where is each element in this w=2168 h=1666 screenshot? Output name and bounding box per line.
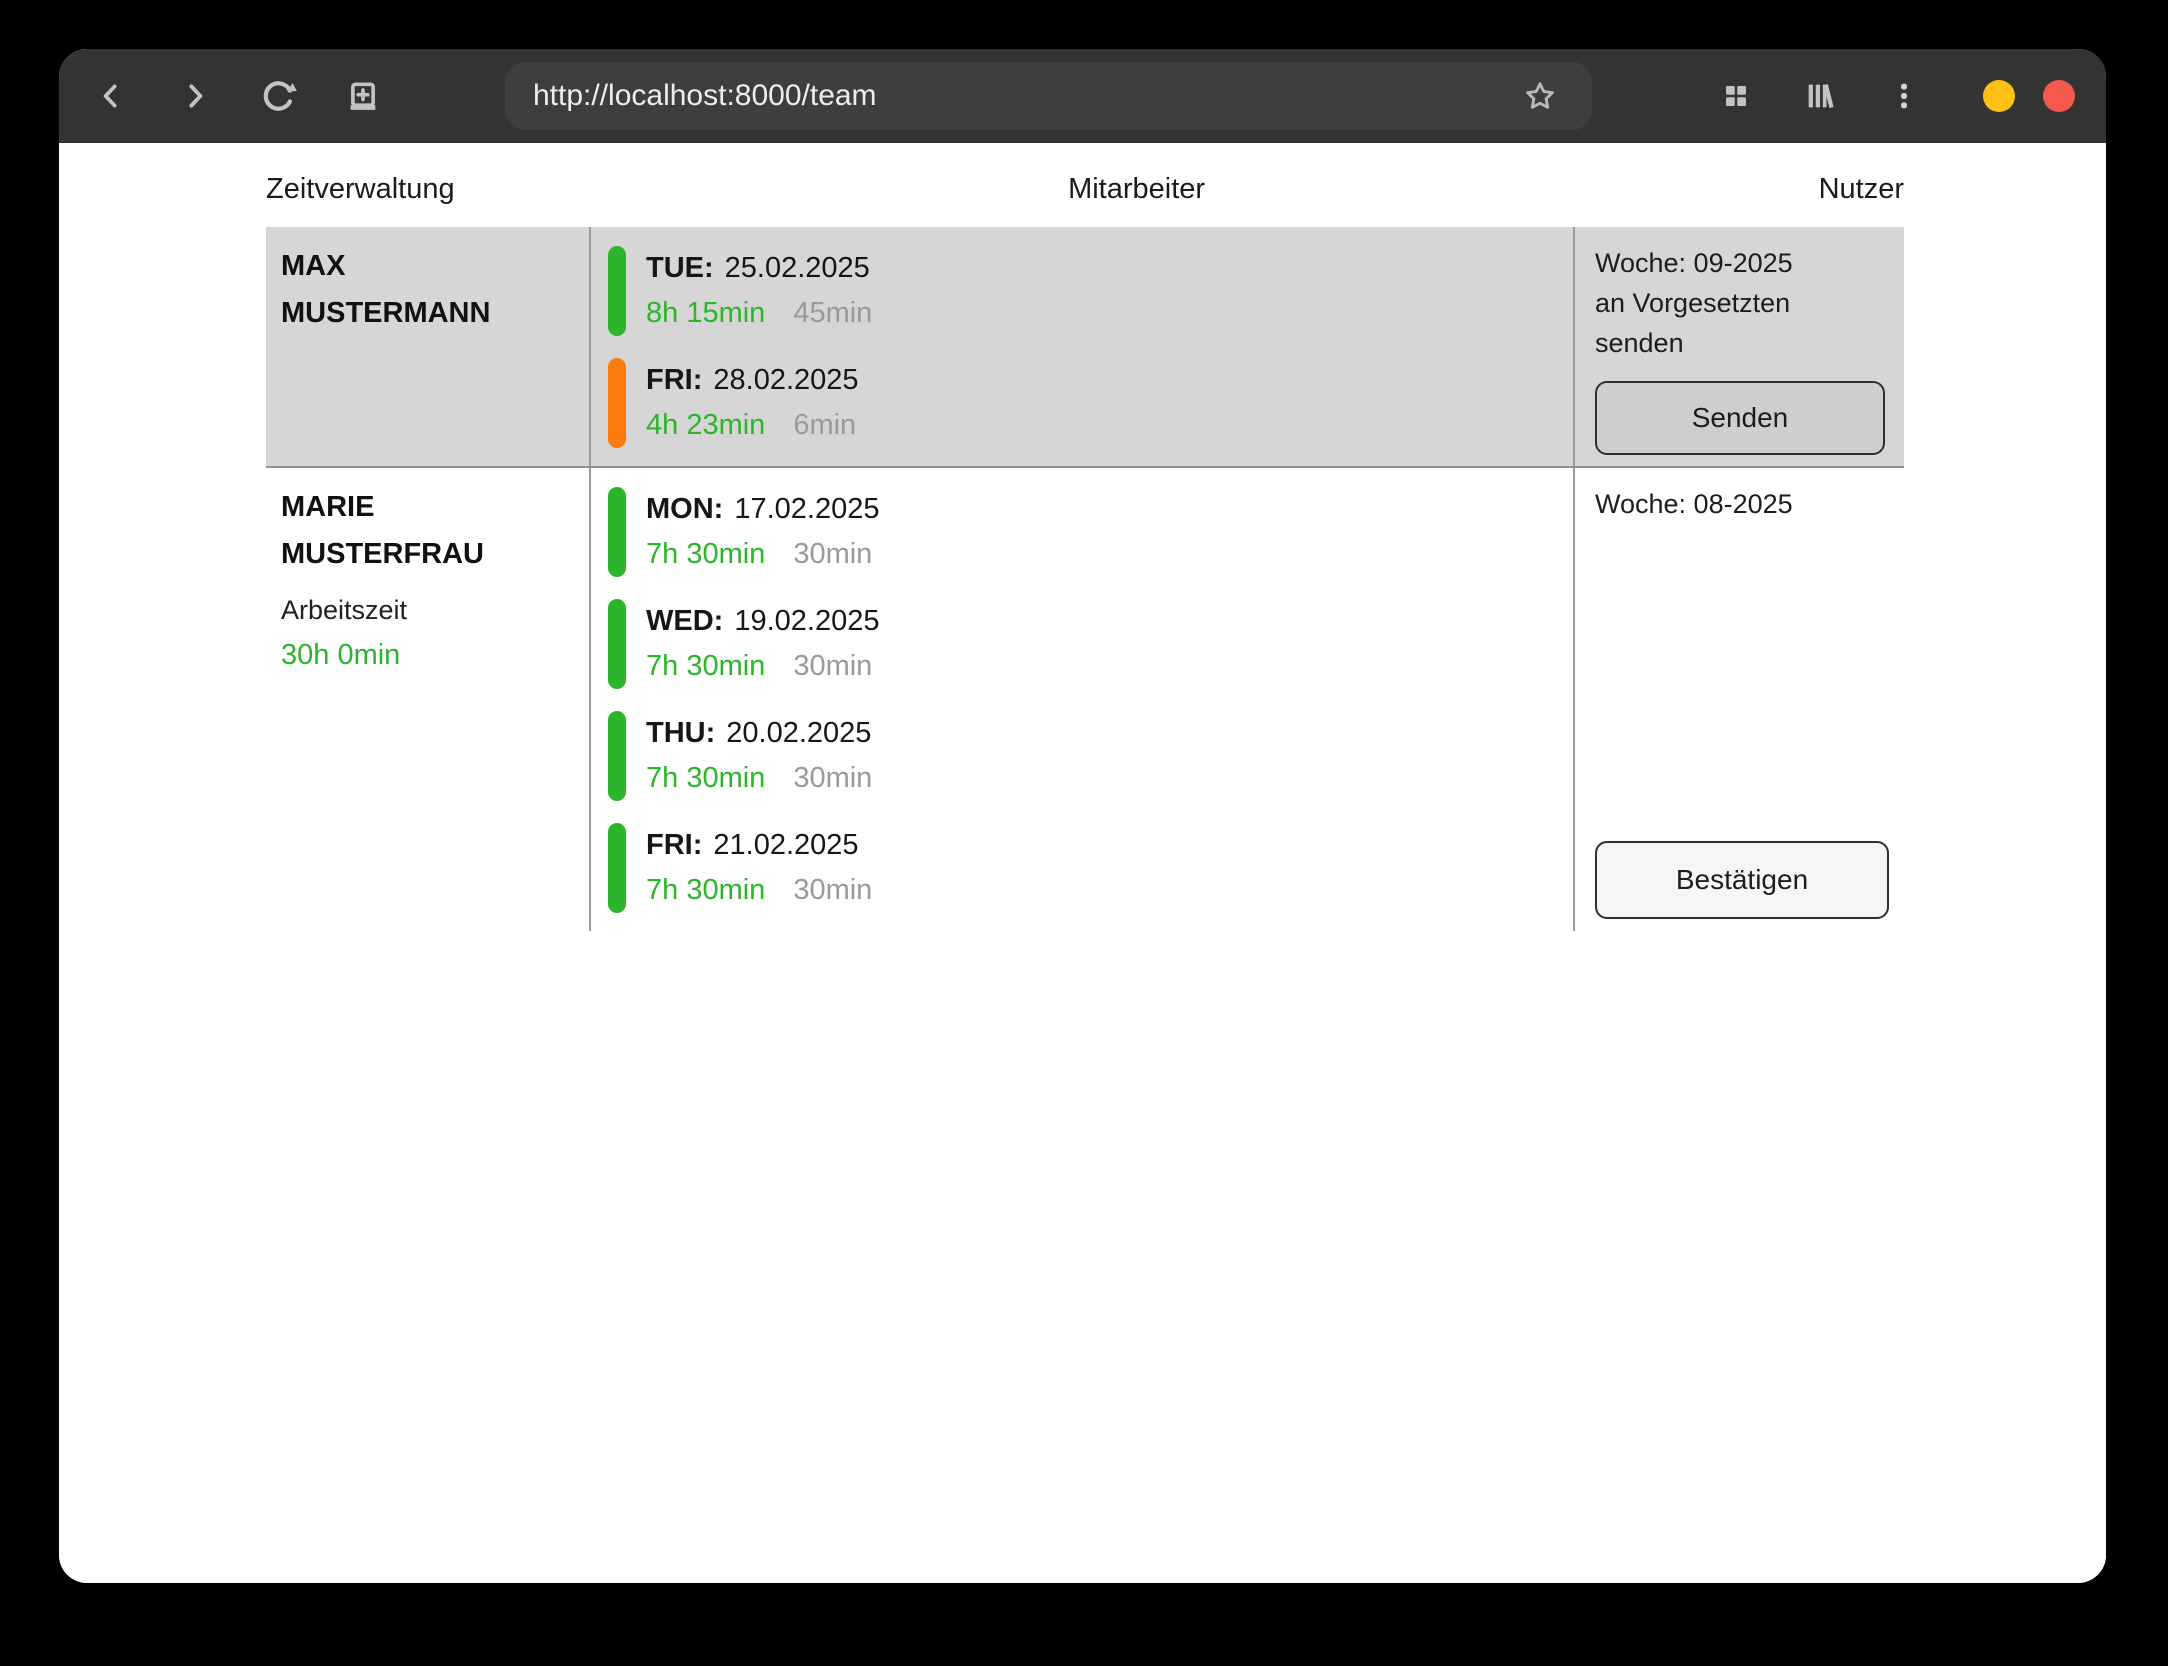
day-times-line: 7h 30min 30min	[646, 756, 872, 801]
day-label: TUE:	[646, 252, 714, 284]
week-text-line2: an Vorgesetzten	[1595, 283, 1894, 323]
employee-table: MAX MUSTERMANN TUE: 25.02.2025 8h 15min 45…	[266, 227, 1904, 931]
status-pill	[608, 246, 626, 336]
break-duration: 30min	[793, 762, 872, 794]
employee-name-cell: MAX MUSTERMANN	[266, 227, 589, 466]
day-times-line: 4h 23min 6min	[646, 403, 859, 448]
work-duration: 7h 30min	[646, 874, 765, 906]
page-header: Zeitverwaltung Mitarbeiter Nutzer	[266, 173, 1904, 206]
tab-grid-icon[interactable]	[1708, 68, 1764, 124]
work-duration: 7h 30min	[646, 650, 765, 682]
url-bar[interactable]: http://localhost:8000/team	[505, 62, 1592, 130]
reload-icon[interactable]	[251, 68, 307, 124]
employee-name-line2: MUSTERFRAU	[281, 531, 579, 578]
day-date-line: THU: 20.02.2025	[646, 711, 872, 756]
break-duration: 30min	[793, 874, 872, 906]
day-times-line: 7h 30min 30min	[646, 868, 872, 913]
day-date: 20.02.2025	[726, 717, 871, 749]
browser-toolbar: http://localhost:8000/team	[59, 49, 2106, 143]
work-duration: 7h 30min	[646, 762, 765, 794]
forward-icon[interactable]	[167, 68, 223, 124]
day-entry-text: FRI: 21.02.2025 7h 30min 30min	[646, 823, 872, 913]
day-entry-text: TUE: 25.02.2025 8h 15min 45min	[646, 246, 872, 336]
break-duration: 45min	[793, 297, 872, 329]
week-action-cell: Woche: 09-2025 an Vorgesetzten senden Se…	[1573, 227, 1904, 466]
day-label: MON:	[646, 493, 723, 525]
day-entry-text: FRI: 28.02.2025 4h 23min 6min	[646, 358, 859, 448]
week-text-line1: Woche: 09-2025	[1595, 243, 1894, 283]
work-duration: 4h 23min	[646, 409, 765, 441]
worktime-label: Arbeitszeit	[281, 590, 579, 630]
library-icon[interactable]	[1792, 68, 1848, 124]
employee-name-line1: MARIE	[281, 484, 579, 531]
day-date: 28.02.2025	[713, 364, 858, 396]
employee-name-line1: MAX	[281, 243, 579, 290]
employee-row-marie: MARIE MUSTERFRAU Arbeitszeit 30h 0min MO…	[266, 468, 1904, 931]
bestaetigen-button[interactable]: Bestätigen	[1595, 841, 1889, 919]
day-entry: MON: 17.02.2025 7h 30min 30min	[608, 487, 1573, 577]
break-duration: 6min	[793, 409, 856, 441]
browser-window: http://localhost:8000/team	[59, 49, 2106, 1583]
day-entry-text: WED: 19.02.2025 7h 30min 30min	[646, 599, 879, 689]
day-date-line: FRI: 21.02.2025	[646, 823, 872, 868]
status-pill	[608, 711, 626, 801]
day-date: 21.02.2025	[713, 829, 858, 861]
day-entry-text: MON: 17.02.2025 7h 30min 30min	[646, 487, 879, 577]
employee-name-cell: MARIE MUSTERFRAU Arbeitszeit 30h 0min	[266, 468, 589, 931]
star-icon[interactable]	[1518, 74, 1562, 118]
day-entry: TUE: 25.02.2025 8h 15min 45min	[608, 246, 1573, 336]
work-duration: 8h 15min	[646, 297, 765, 329]
week-text-line3: senden	[1595, 323, 1894, 363]
window-minimize-button[interactable]	[1983, 80, 2015, 112]
status-pill	[608, 599, 626, 689]
day-entries-cell: MON: 17.02.2025 7h 30min 30min WED: 19.02.2…	[589, 468, 1573, 931]
page-content: Zeitverwaltung Mitarbeiter Nutzer MAX MU…	[59, 143, 2106, 1583]
url-text[interactable]: http://localhost:8000/team	[533, 79, 877, 113]
day-entry: FRI: 28.02.2025 4h 23min 6min	[608, 358, 1573, 448]
nav-zeitverwaltung[interactable]: Zeitverwaltung	[266, 173, 455, 206]
week-text-line1: Woche: 08-2025	[1595, 484, 1894, 524]
kebab-menu-icon[interactable]	[1876, 68, 1932, 124]
day-entry-text: THU: 20.02.2025 7h 30min 30min	[646, 711, 872, 801]
day-entry: THU: 20.02.2025 7h 30min 30min	[608, 711, 1573, 801]
day-times-line: 8h 15min 45min	[646, 291, 872, 336]
day-date-line: FRI: 28.02.2025	[646, 358, 859, 403]
status-pill	[608, 487, 626, 577]
back-icon[interactable]	[83, 68, 139, 124]
nav-mitarbeiter[interactable]: Mitarbeiter	[1068, 173, 1205, 206]
senden-button[interactable]: Senden	[1595, 381, 1885, 455]
status-pill	[608, 358, 626, 448]
break-duration: 30min	[793, 538, 872, 570]
status-pill	[608, 823, 626, 913]
nav-nutzer[interactable]: Nutzer	[1819, 173, 1904, 206]
day-label: THU:	[646, 717, 715, 749]
day-entry: WED: 19.02.2025 7h 30min 30min	[608, 599, 1573, 689]
new-tab-icon[interactable]	[335, 68, 391, 124]
employee-row-max: MAX MUSTERMANN TUE: 25.02.2025 8h 15min 45…	[266, 227, 1904, 468]
break-duration: 30min	[793, 650, 872, 682]
worktime-value: 30h 0min	[281, 634, 579, 676]
day-label: FRI:	[646, 829, 702, 861]
week-action-cell: Woche: 08-2025 Bestätigen	[1573, 468, 1904, 931]
window-close-button[interactable]	[2043, 80, 2075, 112]
day-entry: FRI: 21.02.2025 7h 30min 30min	[608, 823, 1573, 913]
employee-name-line2: MUSTERMANN	[281, 290, 579, 337]
day-times-line: 7h 30min 30min	[646, 532, 879, 577]
work-duration: 7h 30min	[646, 538, 765, 570]
day-entries-cell: TUE: 25.02.2025 8h 15min 45min FRI: 28.02.2…	[589, 227, 1573, 466]
day-label: WED:	[646, 605, 723, 637]
day-date-line: MON: 17.02.2025	[646, 487, 879, 532]
day-label: FRI:	[646, 364, 702, 396]
day-date: 17.02.2025	[734, 493, 879, 525]
day-date: 25.02.2025	[725, 252, 870, 284]
day-times-line: 7h 30min 30min	[646, 644, 879, 689]
day-date: 19.02.2025	[734, 605, 879, 637]
day-date-line: TUE: 25.02.2025	[646, 246, 872, 291]
day-date-line: WED: 19.02.2025	[646, 599, 879, 644]
